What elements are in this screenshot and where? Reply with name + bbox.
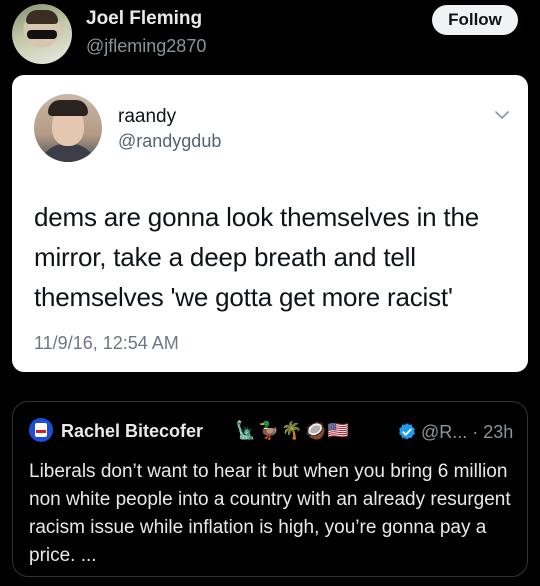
- quoted-tweet-text: Liberals don’t want to hear it but when …: [29, 461, 511, 566]
- avatar-shirt: [40, 144, 96, 162]
- avatar-hair: [48, 100, 88, 116]
- embedded-author-handle: @randygdub: [118, 131, 222, 151]
- author-name[interactable]: Joel Fleming: [86, 8, 202, 30]
- embedded-tweet-timestamp: 11/9/16, 12:54 AM: [34, 333, 179, 353]
- quoted-author-name: Rachel Bitecofer: [61, 421, 204, 441]
- embedded-author-name: raandy: [118, 106, 177, 127]
- verified-badge-icon: [399, 423, 415, 440]
- author-avatar[interactable]: [12, 4, 72, 64]
- statue-of-liberty-emoji: 🗽: [235, 421, 257, 440]
- quoted-handle-and-time: @R... · 23h: [421, 422, 514, 442]
- coconut-emoji: 🥥: [304, 421, 326, 440]
- embedded-tweet-text: dems are gonna look themselves in the mi…: [34, 202, 479, 312]
- palm-tree-emoji: 🌴: [281, 421, 303, 440]
- avatar-logo-stripe: [36, 430, 46, 433]
- quoted-author-avatar: [29, 418, 53, 442]
- duck-emoji: 🦆: [258, 421, 280, 440]
- us-flag-emoji: 🇺🇸: [327, 421, 349, 440]
- author-handle[interactable]: @jfleming2870: [86, 36, 206, 57]
- follow-button[interactable]: Follow: [432, 5, 518, 35]
- chevron-down-icon: [495, 111, 509, 119]
- name-emoji-row: 🗽 🦆 🌴 🥥 🇺🇸: [235, 420, 349, 442]
- embedded-tweet-card[interactable]: raandy @randygdub dems are gonna look th…: [12, 75, 528, 372]
- avatar-hair: [26, 10, 58, 24]
- quoted-tweet-card[interactable]: Rachel Bitecofer 🗽 🦆 🌴 🥥 🇺🇸 @R... · 23h …: [12, 401, 528, 577]
- avatar-sunglasses: [27, 30, 57, 39]
- embedded-author-avatar: [34, 94, 102, 162]
